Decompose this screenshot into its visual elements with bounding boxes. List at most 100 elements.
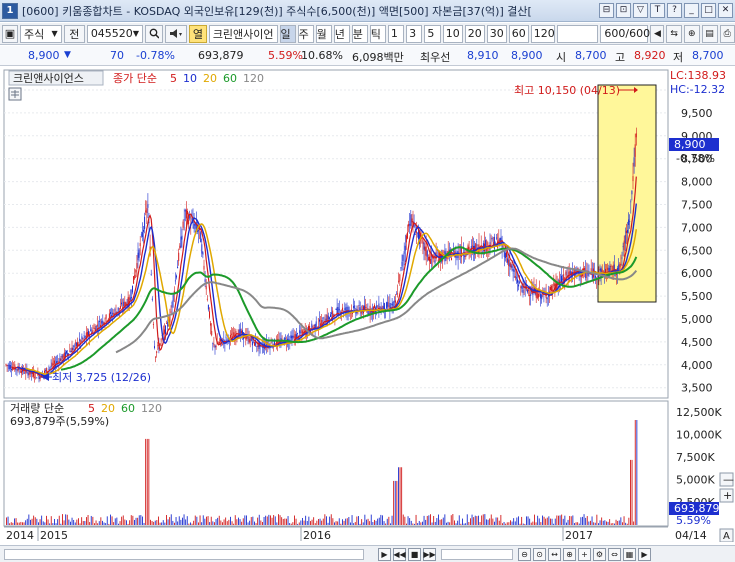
volume-bar <box>282 518 284 525</box>
scroll-icon[interactable]: ⇔ <box>608 548 621 561</box>
stock-code-input[interactable]: 045520 ▼ <box>86 24 143 43</box>
volume-legend-ma120[interactable]: 120 <box>141 402 162 415</box>
volume-legend-ma5[interactable]: 5 <box>88 402 95 415</box>
volume-bar <box>145 438 147 525</box>
volume-bar <box>558 515 559 525</box>
period-day-tab[interactable]: 일 <box>279 24 296 43</box>
volume-bar <box>79 523 81 525</box>
data-count-field[interactable]: 600/600 <box>600 24 650 43</box>
candle-body <box>200 232 202 243</box>
maximize-button[interactable]: □ <box>701 3 716 18</box>
volume-bar <box>454 520 455 525</box>
volume-bar <box>399 467 401 525</box>
zoom-reset-icon[interactable]: ⊙ <box>533 548 546 561</box>
volume-bar <box>6 517 7 525</box>
settings-icon[interactable]: ⚙ <box>593 548 606 561</box>
interval-20-button[interactable]: 20 <box>464 24 485 43</box>
interval-3-button[interactable]: 3 <box>406 24 423 43</box>
period-week-tab[interactable]: 주 <box>297 24 314 43</box>
price-legend-ma120[interactable]: 120 <box>243 72 264 85</box>
scroll-left-icon[interactable]: ◀ <box>650 24 665 43</box>
scroll-track[interactable] <box>4 549 364 560</box>
next-icon[interactable]: ▶ <box>638 548 651 561</box>
interval-120-button[interactable]: 120 <box>530 24 555 43</box>
volume-bar <box>412 523 414 525</box>
candle-body <box>618 264 620 272</box>
volume-bar <box>378 517 380 525</box>
bottom-scrollbar[interactable]: ▶ ◀◀ ■ ▶▶ ⊖ ⊙ ↔ ⊕ + ⚙ ⇔ ▦ ▶ <box>0 545 735 562</box>
search-button[interactable] <box>144 24 163 43</box>
chart-area[interactable]: 크린앤사이언스 종가 단순 5 10 20 60 120 거래량 단순 5 20… <box>0 67 735 543</box>
candle-body <box>212 343 214 344</box>
zoom-icon[interactable]: ⊕ <box>683 24 700 43</box>
interval-60-button[interactable]: 60 <box>508 24 529 43</box>
prev-button[interactable]: 전 <box>63 24 85 43</box>
zoom-out-icon[interactable]: ⊖ <box>518 548 531 561</box>
print-icon[interactable]: ⎙ <box>719 24 735 43</box>
price-legend-ma5[interactable]: 5 <box>170 72 177 85</box>
volume-bar <box>150 519 151 525</box>
volume-bar <box>556 515 558 525</box>
interval-10-button[interactable]: 10 <box>442 24 463 43</box>
minimize-button[interactable]: _ <box>684 3 699 18</box>
speed-slider[interactable] <box>441 549 513 560</box>
fit-icon[interactable]: ↔ <box>548 548 561 561</box>
price-axis-tick-label: 7,000 <box>681 221 713 234</box>
volume-bar <box>567 519 569 525</box>
volume-bar <box>422 521 423 525</box>
window-number-badge[interactable]: 1 <box>2 2 18 19</box>
grid-icon[interactable]: ▦ <box>623 548 636 561</box>
help-icon[interactable]: ? <box>667 3 682 18</box>
stock-chart[interactable]: 크린앤사이언스 종가 단순 5 10 20 60 120 거래량 단순 5 20… <box>0 67 735 543</box>
period-month-tab[interactable]: 월 <box>315 24 332 43</box>
price-legend-ma60[interactable]: 60 <box>223 72 237 85</box>
volume-bar <box>578 523 580 525</box>
market-select[interactable]: 주식 ▼ <box>20 24 62 43</box>
play-icon[interactable]: ▶ <box>378 548 391 561</box>
sound-button[interactable] <box>164 24 187 43</box>
rewind-icon[interactable]: ◀◀ <box>393 548 406 561</box>
volume-bar <box>54 518 55 525</box>
zoom-in-icon[interactable]: + <box>578 548 591 561</box>
fast-forward-icon[interactable]: ▶▶ <box>423 548 436 561</box>
stock-name-field[interactable]: 크린앤사이언 <box>208 24 278 43</box>
candle-body <box>402 254 404 262</box>
dropdown-icon[interactable]: ▽ <box>633 3 648 18</box>
stop-icon[interactable]: ■ <box>408 548 421 561</box>
candle-body <box>519 281 521 284</box>
column-toggle-button[interactable]: 열 <box>188 24 207 43</box>
volume-bar <box>233 523 235 525</box>
text-icon[interactable]: T <box>650 3 665 18</box>
volume-legend-ma60[interactable]: 60 <box>121 402 135 415</box>
volume-legend-ma20[interactable]: 20 <box>101 402 115 415</box>
menu-icon[interactable]: ▣ <box>2 24 18 43</box>
volume-bar <box>534 514 535 525</box>
close-button[interactable]: ✕ <box>718 3 733 18</box>
volume-bar <box>361 519 363 525</box>
volume-legend-label[interactable]: 거래량 단순 <box>10 402 64 415</box>
volume-bar <box>122 515 124 525</box>
magnify-icon[interactable]: ⊕ <box>563 548 576 561</box>
restore-layout-icon[interactable]: ⊡ <box>616 3 631 18</box>
candle-body <box>476 244 478 246</box>
volume-bar <box>175 517 177 525</box>
interval-1-button[interactable]: 1 <box>387 24 405 43</box>
interval-5-button[interactable]: 5 <box>424 24 441 43</box>
save-icon[interactable]: ▤ <box>701 24 718 43</box>
period-minute-tab[interactable]: 분 <box>351 24 368 43</box>
layout-icon[interactable]: ⊟ <box>599 3 614 18</box>
volume-bar <box>135 517 137 525</box>
chart-tools-icon[interactable]: ⇆ <box>666 24 682 43</box>
period-tick-tab[interactable]: 틱 <box>369 24 386 43</box>
volume-y-axis: 12,500K10,000K7,500K5,000K2,500K <box>676 406 722 509</box>
candle-body <box>403 251 405 254</box>
auto-scale-label: A <box>723 531 730 542</box>
candle-body <box>368 313 370 314</box>
period-year-tab[interactable]: 년 <box>333 24 350 43</box>
price-legend-ma20[interactable]: 20 <box>203 72 217 85</box>
price-legend-label[interactable]: 종가 단순 <box>113 72 157 85</box>
volume-bar <box>46 515 47 525</box>
interval-30-button[interactable]: 30 <box>486 24 507 43</box>
price-legend-ma10[interactable]: 10 <box>183 72 197 85</box>
interval-custom-input[interactable] <box>556 24 599 43</box>
